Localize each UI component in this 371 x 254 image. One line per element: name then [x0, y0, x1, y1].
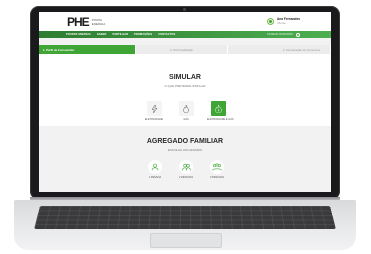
option-gas[interactable]: GÁS: [175, 101, 197, 121]
nav-link-saber[interactable]: SABER: [97, 33, 107, 36]
option-1-pessoa-circle: [148, 160, 162, 174]
search-icon[interactable]: [295, 32, 300, 37]
nav-link-promocoes[interactable]: PROMOÇÕES: [134, 33, 152, 36]
option-2-pessoas[interactable]: 2 PESSOAS: [174, 160, 198, 179]
simular-subtitle: O QUE PRETENDE SIMULAR: [164, 84, 206, 88]
camera: [183, 8, 186, 11]
my-consumption-link[interactable]: OS MEUS CONSUMOS: [267, 33, 293, 36]
trackpad: [150, 233, 222, 248]
keyboard: [34, 206, 336, 229]
agregado-subtitle: ESCOLHA UM CENÁRIO: [167, 148, 203, 152]
nav-right: OS MEUS CONSUMOS: [267, 31, 300, 38]
couple-icon: [181, 163, 191, 171]
option-3-pessoas-label: 3 PESSOAS: [209, 176, 225, 179]
progress-steps: 1. Perfil de Consumidor 2. Perfil Habita…: [39, 45, 331, 54]
option-2-pessoas-label: 2 PESSOAS: [178, 176, 194, 179]
simular-options: ELETRICIDADE GÁS ELETRICIDADE E GÁS: [143, 101, 234, 125]
avatar: [267, 17, 274, 25]
logo-mark: PHE: [67, 14, 90, 29]
option-3-pessoas-circle: [210, 160, 224, 174]
option-3-pessoas[interactable]: 3 PESSOAS: [205, 160, 229, 179]
section-agregado: AGREGADO FAMILIAR ESCOLHA UM CENÁRIO 1 P…: [39, 126, 331, 192]
agregado-options: 1 PESSOA 2 PESSOAS 3 PESSOAS: [143, 160, 229, 184]
option-2-pessoas-circle: [179, 160, 193, 174]
lightning-icon: [151, 104, 157, 113]
option-gas-label: GÁS: [183, 118, 189, 121]
step-2[interactable]: 2. Perfil Habitação: [135, 45, 229, 54]
flame-icon: [183, 104, 189, 113]
nav-link-contactos[interactable]: CONTACTOS: [158, 33, 175, 36]
agregado-title: AGREGADO FAMILIAR: [146, 138, 224, 145]
option-eletricidade-label: ELETRICIDADE: [144, 118, 164, 121]
logo[interactable]: PHE POUPA ENERGIA: [67, 14, 106, 29]
lightning-flame-icon: [214, 104, 222, 113]
option-eletricidade-gas-label: ELETRICIDADE E GÁS: [207, 118, 234, 121]
option-eletricidade-gas[interactable]: ELETRICIDADE E GÁS: [207, 101, 234, 121]
section-simular: SIMULAR O QUE PRETENDE SIMULAR ELETRICID…: [39, 54, 331, 126]
user-menu[interactable]: Ana Fernandes Cliente: [267, 17, 300, 25]
user-info: Ana Fernandes Cliente: [277, 17, 300, 25]
family-icon: [212, 163, 222, 171]
nav-link-partilhar[interactable]: PARTILHAR: [112, 33, 128, 36]
logo-line2: ENERGIA: [91, 21, 106, 26]
option-1-pessoa[interactable]: 1 PESSOA: [143, 160, 167, 179]
user-role: Cliente: [277, 21, 286, 25]
option-eletricidade-box: [146, 101, 162, 116]
step-3[interactable]: 3. Comparação de Consumos: [228, 45, 331, 54]
main-nav: POUPAR ENERGIA SABER PARTILHAR PROMOÇÕES…: [39, 31, 331, 38]
person-icon: [151, 163, 159, 171]
screen: PHE POUPA ENERGIA Ana Fernandes Cliente …: [39, 12, 331, 192]
top-header: PHE POUPA ENERGIA Ana Fernandes Cliente: [39, 12, 331, 31]
simular-title: SIMULAR: [169, 74, 201, 81]
logo-text: POUPA ENERGIA: [92, 18, 106, 26]
nav-links: POUPAR ENERGIA SABER PARTILHAR PROMOÇÕES…: [66, 31, 175, 38]
option-gas-box: [178, 101, 194, 116]
option-1-pessoa-label: 1 PESSOA: [148, 176, 162, 179]
nav-link-poupar-energia[interactable]: POUPAR ENERGIA: [66, 33, 91, 36]
step-1[interactable]: 1. Perfil de Consumidor: [39, 45, 136, 54]
option-eletricidade[interactable]: ELETRICIDADE: [143, 101, 165, 121]
option-eletricidade-gas-box: [210, 101, 226, 116]
